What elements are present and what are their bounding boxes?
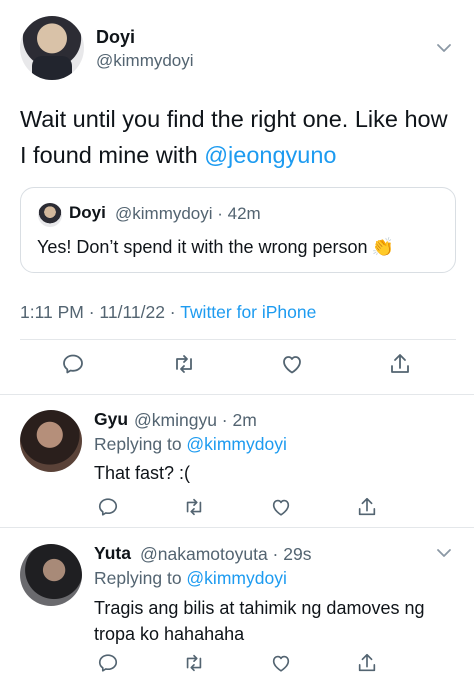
mention-link[interactable]: @kimmydoyi — [186, 434, 286, 454]
author-handle[interactable]: @kimmydoyi — [96, 51, 194, 71]
share-icon[interactable] — [388, 352, 412, 376]
quote-author-name: Doyi — [69, 203, 106, 222]
avatar[interactable] — [20, 410, 82, 472]
avatar[interactable] — [20, 544, 82, 606]
tweet-text: Wait until you find the right one. Like … — [20, 101, 460, 173]
quote-text: Yes! Don’t spend it with the wrong perso… — [37, 237, 394, 258]
reply-text: That fast? :( — [94, 463, 191, 483]
share-icon[interactable] — [356, 652, 378, 674]
author-name[interactable]: Gyu — [94, 409, 128, 430]
quote-text-body: Yes! Don’t spend it with the wrong perso… — [37, 237, 368, 257]
author-meta: @kmingyu · 2m — [134, 410, 257, 430]
replying-to: Replying to @kimmydoyi — [94, 568, 287, 589]
section-divider — [0, 527, 474, 528]
chevron-down-icon[interactable] — [436, 547, 452, 559]
avatar[interactable] — [20, 16, 84, 80]
share-icon[interactable] — [356, 496, 378, 518]
chevron-down-icon[interactable] — [436, 42, 452, 54]
reply-actions — [0, 496, 474, 526]
replying-label: Replying to — [94, 568, 187, 588]
reply-text: Tragis ang bilis at tahimik ng damoves n… — [94, 598, 425, 644]
quote-avatar — [38, 203, 62, 227]
quoted-tweet[interactable]: Doyi @kimmydoyi · 42m Yes! Don’t spend i… — [20, 187, 456, 273]
reply-actions — [0, 652, 474, 682]
reply-icon[interactable] — [61, 352, 85, 376]
like-icon[interactable] — [280, 352, 304, 376]
retweet-icon[interactable] — [183, 496, 205, 518]
retweet-icon[interactable] — [172, 352, 196, 376]
like-icon[interactable] — [270, 496, 292, 518]
author-name[interactable]: Doyi — [96, 27, 135, 48]
timestamp: 1:11 PM · 11/11/22 · — [20, 302, 181, 322]
replying-to: Replying to @kimmydoyi — [94, 434, 287, 455]
reply-icon[interactable] — [97, 652, 119, 674]
mention-link[interactable]: @kimmydoyi — [186, 568, 286, 588]
tweet-actions — [0, 352, 474, 382]
author-meta: @nakamotoyuta · 29s — [140, 544, 312, 564]
divider — [20, 339, 456, 340]
quote-meta: @kimmydoyi · 42m — [115, 204, 261, 223]
tweet-timestamp: 1:11 PM · 11/11/22 · Twitter for iPhone — [20, 302, 316, 323]
author-name[interactable]: Yuta — [94, 543, 131, 564]
clap-emoji: 👏 — [371, 237, 394, 257]
main-tweet: Doyi @kimmydoyi Wait until you find the … — [0, 0, 474, 394]
like-icon[interactable] — [270, 652, 292, 674]
section-divider — [0, 394, 474, 395]
retweet-icon[interactable] — [183, 652, 205, 674]
replying-label: Replying to — [94, 434, 187, 454]
reply-icon[interactable] — [97, 496, 119, 518]
source-link[interactable]: Twitter for iPhone — [180, 302, 316, 322]
mention-link[interactable]: @jeongyuno — [204, 142, 336, 168]
